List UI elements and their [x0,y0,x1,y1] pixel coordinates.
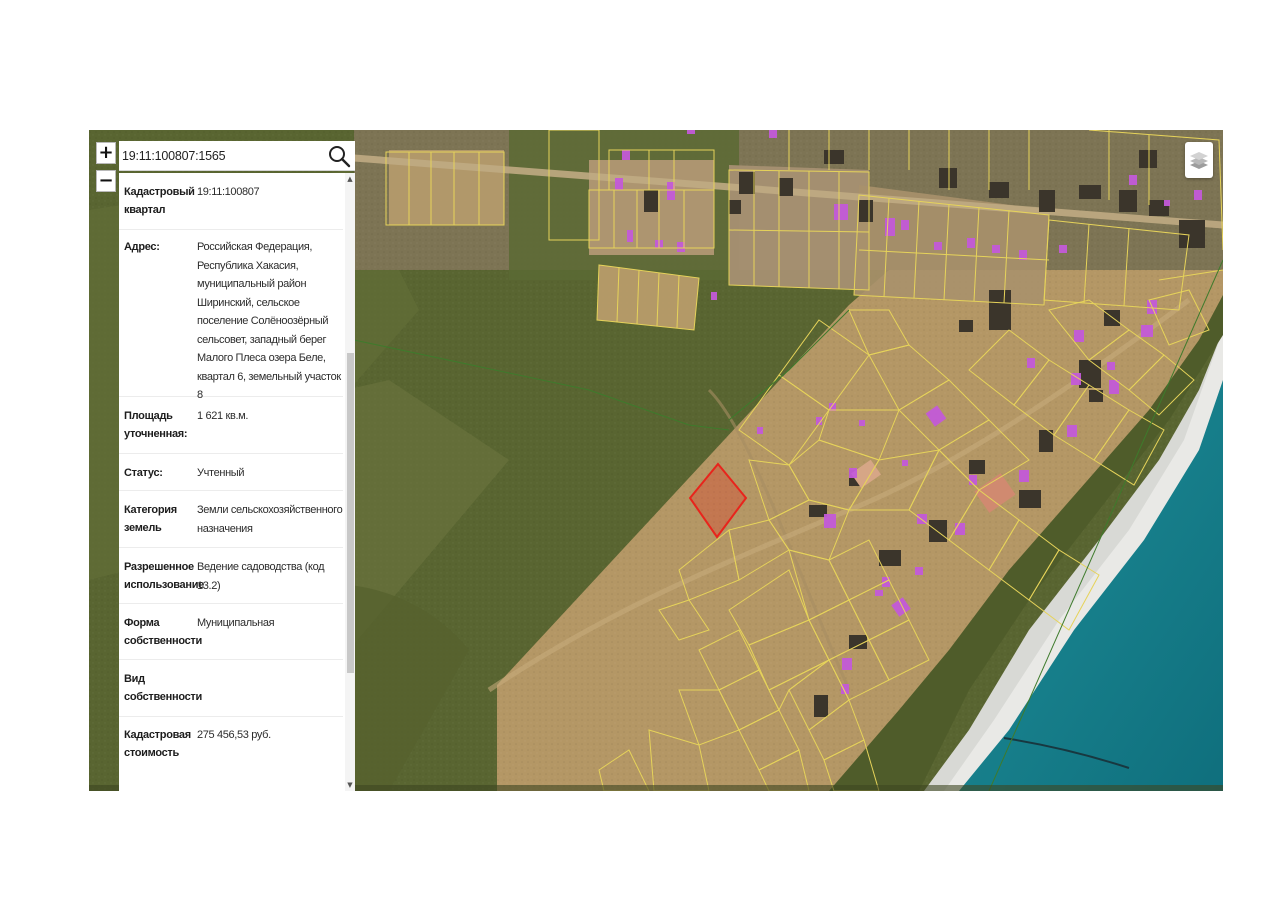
row-label: Статус: [124,467,163,479]
search-input[interactable] [122,141,327,170]
info-row-ownership-type: Вид собственности [119,660,343,717]
info-row-address: Адрес: Российская Федерация, Республика … [119,230,343,401]
layers-button[interactable] [1185,142,1213,178]
map-view[interactable]: + − Кадастровый квартал 19:11:100807 Адр… [89,130,1223,791]
scroll-thumb[interactable] [347,353,354,673]
row-label: Кадастровый квартал [124,186,195,216]
zoom-in-button[interactable]: + [96,142,116,164]
row-value: Ведение садоводства (код 13.2) [197,561,325,592]
row-value: Учтенный [197,467,245,479]
panel-scrollbar[interactable]: ▲ ▼ [345,173,355,791]
zoom-out-button[interactable]: − [96,170,116,192]
info-row-permitted-use: Разрешенное использование Ведение садово… [119,548,343,604]
scroll-down-arrow-icon[interactable]: ▼ [345,779,355,791]
row-label: Площадь уточненная: [124,410,188,440]
info-row-cadastral-value: Кадастровая стоимость 275 456,53 руб. [119,717,343,777]
search-icon[interactable] [327,144,351,168]
scroll-up-arrow-icon[interactable]: ▲ [345,173,355,185]
row-value: 19:11:100807 [197,186,260,198]
row-value: 1 621 кв.м. [197,410,249,422]
info-row-ownership-form: Форма собственности Муниципальная [119,604,343,660]
row-value: Земли сельскохозяйственного назначения [197,504,343,535]
info-table: Кадастровый квартал 19:11:100807 Адрес: … [119,173,343,777]
row-value: 275 456,53 руб. [197,729,271,741]
row-value: Российская Федерация, Республика Хакасия… [197,241,341,401]
row-label: Вид собственности [124,673,202,703]
row-label: Форма собственности [124,617,202,647]
layers-icon [1190,152,1208,169]
info-row-land-category: Категория земель Земли сельскохозяйствен… [119,491,343,548]
row-label: Разрешенное использование [124,561,204,591]
row-label: Адрес: [124,241,160,253]
info-row-cadastral-quarter: Кадастровый квартал 19:11:100807 [119,173,343,230]
search-bar [119,141,355,171]
row-label: Категория земель [124,504,177,534]
info-row-status: Статус: Учтенный [119,454,343,491]
row-label: Кадастровая стоимость [124,729,191,759]
info-row-area: Площадь уточненная: 1 621 кв.м. [119,397,343,454]
row-value: Муниципальная [197,617,275,629]
info-panel: Кадастровый квартал 19:11:100807 Адрес: … [119,173,355,791]
